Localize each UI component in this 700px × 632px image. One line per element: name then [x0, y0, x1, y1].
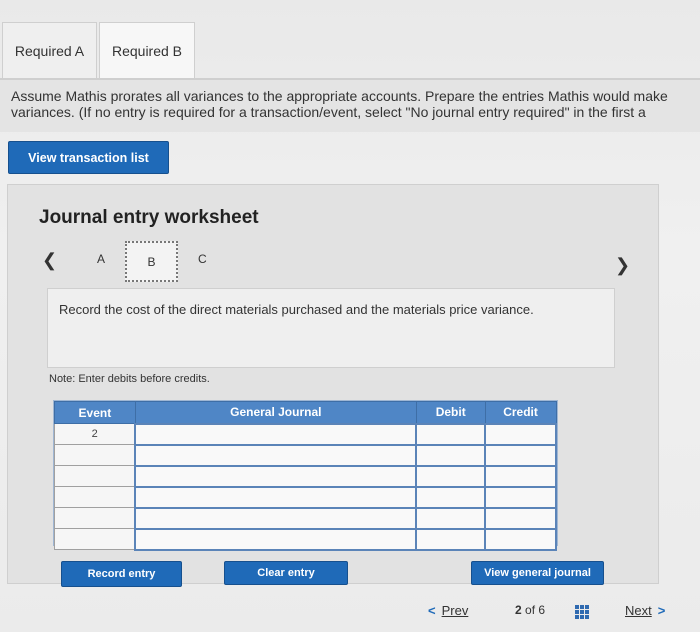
debit-input[interactable] — [415, 506, 487, 530]
event-cell — [54, 444, 136, 466]
step-a[interactable]: A — [97, 252, 105, 266]
table-row — [54, 464, 557, 488]
credit-input[interactable] — [484, 506, 557, 530]
page: Required A Required B Assume Mathis pror… — [0, 0, 700, 632]
note-text: Note: Enter debits before credits. — [49, 373, 210, 385]
account-select[interactable] — [134, 485, 418, 509]
worksheet-title: Journal entry worksheet — [39, 207, 259, 228]
next-label: Next — [625, 603, 652, 618]
instructions-text: Assume Mathis prorates all variances to … — [0, 80, 700, 132]
event-cell — [54, 486, 136, 508]
table-row — [54, 527, 557, 551]
debit-input[interactable] — [415, 464, 487, 488]
debit-input[interactable] — [415, 422, 487, 446]
table-row — [54, 443, 557, 467]
header-event: Event — [54, 401, 136, 424]
event-cell: 2 — [54, 423, 136, 445]
chevron-right-icon[interactable]: ❯ — [615, 255, 630, 276]
header-debit: Debit — [415, 401, 486, 424]
table-row: 2 — [54, 422, 557, 446]
tab-required-b[interactable]: Required B — [99, 22, 195, 78]
clear-entry-button[interactable]: Clear entry — [224, 561, 348, 585]
header-general-journal: General Journal — [134, 401, 417, 424]
grid-icon[interactable] — [575, 605, 589, 619]
credit-input[interactable] — [484, 443, 557, 467]
view-general-journal-button[interactable]: View general journal — [471, 561, 604, 585]
account-select[interactable] — [134, 422, 418, 446]
transaction-description: Record the cost of the direct materials … — [47, 288, 615, 368]
chevron-left-icon: < — [428, 603, 436, 618]
prev-button[interactable]: < Prev — [428, 603, 468, 618]
table-row — [54, 506, 557, 530]
current-page: 2 — [515, 603, 522, 617]
credit-input[interactable] — [484, 485, 557, 509]
chevron-left-icon[interactable]: ❮ — [42, 250, 57, 271]
credit-input[interactable] — [484, 422, 557, 446]
instructions-line-2: variances. (If no entry is required for … — [11, 104, 646, 120]
total-pages: 6 — [538, 603, 546, 617]
account-select[interactable] — [134, 527, 418, 551]
view-transaction-list-button[interactable]: View transaction list — [8, 141, 169, 174]
event-cell — [54, 465, 136, 487]
header-credit: Credit — [484, 401, 557, 424]
credit-input[interactable] — [484, 464, 557, 488]
step-c[interactable]: C — [198, 252, 207, 266]
page-of-label: of — [525, 603, 536, 617]
table-row — [54, 485, 557, 509]
next-button[interactable]: Next > — [625, 603, 665, 618]
credit-input[interactable] — [484, 527, 557, 551]
tab-bar: Required A Required B — [0, 22, 700, 80]
debit-input[interactable] — [415, 527, 487, 551]
page-indicator: 2 of 6 — [515, 603, 545, 617]
step-b[interactable]: B — [125, 241, 178, 282]
chevron-right-icon: > — [657, 603, 666, 618]
journal-entry-worksheet: Journal entry worksheet ❮ A B C ❯ Record… — [7, 184, 659, 584]
event-cell — [54, 528, 136, 550]
record-entry-button[interactable]: Record entry — [61, 561, 182, 587]
debit-input[interactable] — [415, 443, 487, 467]
journal-table: Event General Journal Debit Credit 2 — [53, 400, 558, 551]
debit-input[interactable] — [415, 485, 487, 509]
instructions-line-1: Assume Mathis prorates all variances to … — [11, 88, 668, 104]
account-select[interactable] — [134, 506, 418, 530]
prev-label: Prev — [441, 603, 469, 618]
tab-required-a[interactable]: Required A — [2, 22, 97, 78]
account-select[interactable] — [134, 464, 418, 488]
event-cell — [54, 507, 136, 529]
account-select[interactable] — [134, 443, 418, 467]
